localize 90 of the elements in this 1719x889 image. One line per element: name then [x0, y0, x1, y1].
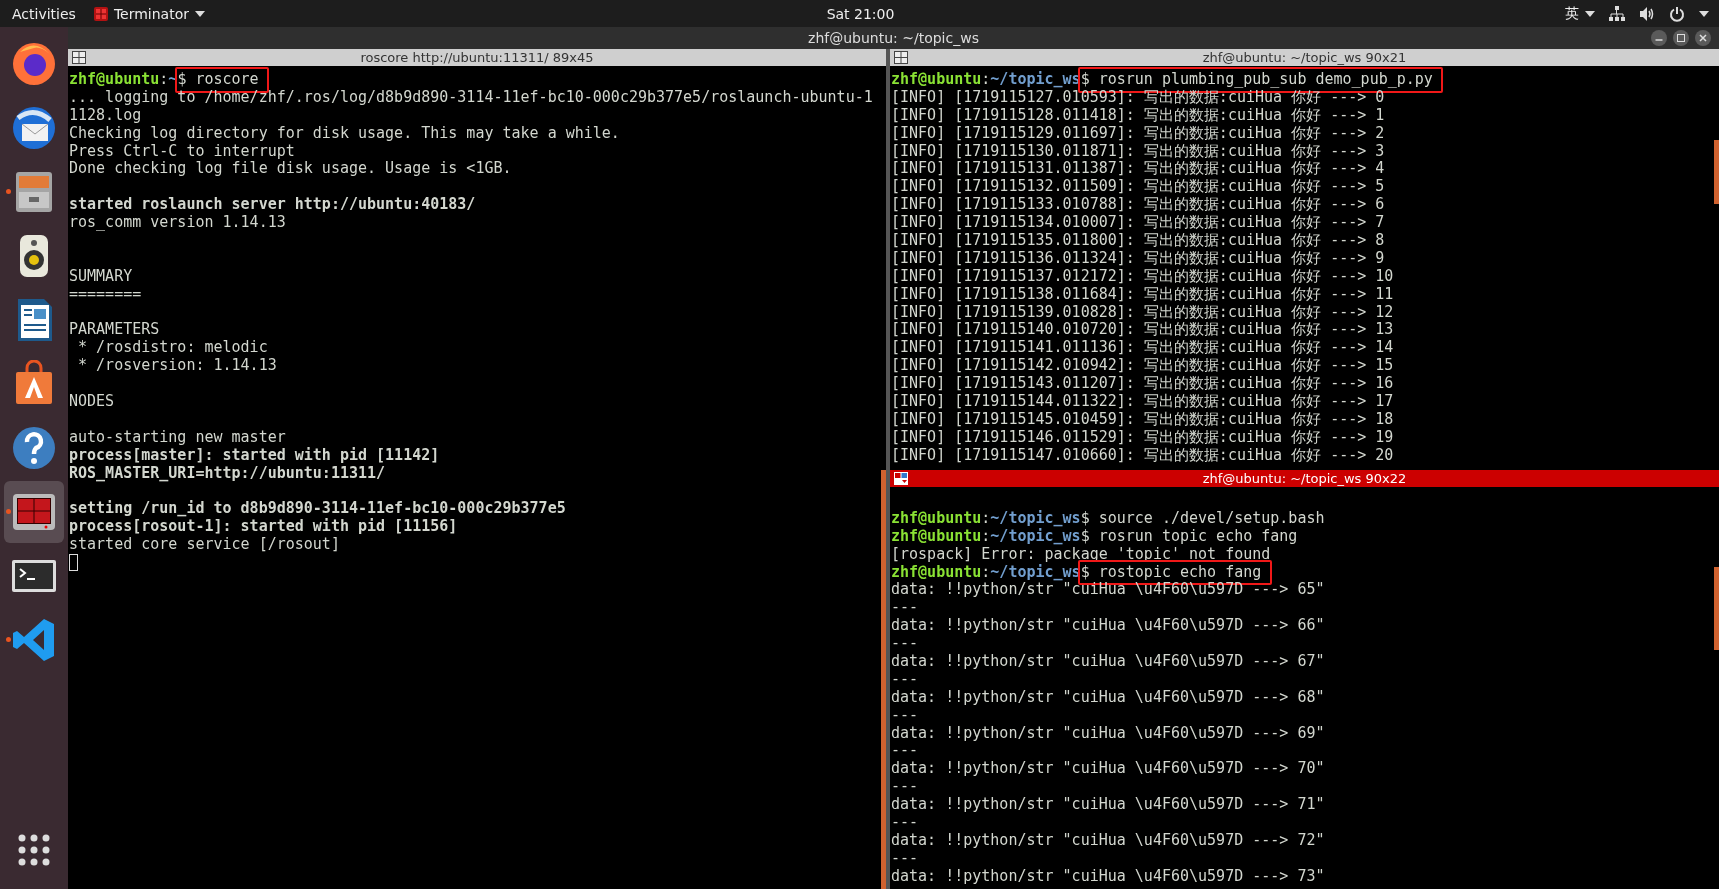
pane-title: roscore http://ubuntu:11311/ 89x45 — [359, 50, 595, 65]
terminal-line: [INFO] [1719115139.010828]: 写出的数据:cuiHua 你好 ---> 12 — [891, 302, 1394, 321]
terminal-line: zhf@ubuntu:~/topic_ws$ rosrun plumbing_pub_sub demo_pub_p.py — [891, 70, 1433, 88]
close-icon[interactable] — [1695, 30, 1711, 46]
caret-icon — [1699, 10, 1709, 17]
terminal-line: --- — [891, 669, 919, 688]
terminal-line: --- — [891, 848, 919, 867]
app-menu-label: Terminator — [113, 5, 189, 22]
terminal-line: [INFO] [1719115141.011136]: 写出的数据:cuiHua 你好 ---> 14 — [891, 338, 1394, 357]
scrollbar-thumb — [1714, 140, 1719, 204]
terminal-line: data: !!python/str "cuiHua \u4F60\u597D ---> 73" — [891, 866, 1325, 885]
terminal-line: [INFO] [1719115133.010788]: 写出的数据:cuiHua 你好 ---> 6 — [891, 195, 1385, 214]
pane-title: zhf@ubuntu: ~/topic_ws 90x21 — [1201, 50, 1408, 65]
terminal-line: Press Ctrl-C to interrupt — [69, 141, 295, 160]
terminal-line: NODES — [69, 392, 115, 411]
terminal-line: --- — [891, 777, 919, 796]
terminal-line: ros_comm version 1.14.13 — [69, 213, 286, 232]
terminal-line: [INFO] [1719115134.010007]: 写出的数据:cuiHua 你好 ---> 7 — [891, 213, 1385, 232]
terminal-line: * /rosversion: 1.14.13 — [77, 356, 277, 375]
terminal-line: [INFO] [1719115143.011207]: 写出的数据:cuiHua 你好 ---> 16 — [891, 374, 1394, 393]
input-method-menu[interactable]: 英 — [1565, 4, 1595, 23]
terminal-line: [INFO] [1719115145.010459]: 写出的数据:cuiHua 你好 ---> 18 — [891, 409, 1394, 428]
activities-button[interactable]: Activities — [12, 5, 76, 22]
terminal-line: started roslaunch server http://ubuntu:40183/ — [69, 195, 476, 214]
terminal-line: zhf@ubuntu:~/topic_ws$ source ./devel/setup.bash — [891, 508, 1325, 527]
terminal-line: started core service [/rosout] — [69, 535, 340, 554]
terminal-line: [INFO] [1719115127.010593]: 写出的数据:cuiHua 你好 ---> 0 — [891, 87, 1385, 106]
terminal-line: process[rosout-1]: started with pid [11156] — [69, 517, 458, 536]
terminal-line: data: !!python/str "cuiHua \u4F60\u597D ---> 65" — [891, 580, 1325, 599]
system-menu[interactable] — [1609, 5, 1709, 22]
mail-icon — [10, 104, 58, 152]
minimize-icon[interactable] — [1651, 30, 1667, 46]
terminal-line: data: !!python/str "cuiHua \u4F60\u597D ---> 71" — [891, 795, 1325, 814]
terminal-line: data: !!python/str "cuiHua \u4F60\u597D ---> 66" — [891, 616, 1325, 635]
terminal-grid-icon — [93, 6, 108, 21]
terminal-line: zhf@ubuntu:~/topic_ws$ rostopic echo fang — [891, 562, 1262, 581]
terminal-line: [INFO] [1719115130.011871]: 写出的数据:cuiHua 你好 ---> 3 — [891, 141, 1385, 160]
terminal-line: [INFO] [1719115147.010660]: 写出的数据:cuiHua 你好 ---> 20 — [891, 445, 1394, 464]
terminal-line: ... logging to /home/zhf/.ros/log/d8b9d890-3114-11ef-bc10-000c29b377e5/roslaunch-ubuntu-1 — [69, 87, 873, 106]
terminal-line: --- — [891, 741, 919, 760]
terminal-line: [INFO] [1719115136.011324]: 写出的数据:cuiHua 你好 ---> 9 — [891, 248, 1385, 267]
input-method-label: 英 — [1565, 4, 1579, 23]
help-icon — [10, 424, 58, 472]
terminal-line: [INFO] [1719115146.011529]: 写出的数据:cuiHua 你好 ---> 19 — [891, 427, 1394, 446]
terminal-line: [INFO] [1719115132.011509]: 写出的数据:cuiHua 你好 ---> 5 — [891, 177, 1385, 196]
terminal-line: zhf@ubuntu:~/topic_ws$ rosrun topic echo fang — [891, 526, 1298, 545]
window-title: zhf@ubuntu: ~/topic_ws — [807, 30, 980, 46]
terminal-line: auto-starting new master — [69, 427, 286, 446]
terminal-line: 1128.log — [69, 105, 142, 124]
network-icon — [1609, 5, 1625, 22]
power-icon — [1669, 5, 1685, 22]
terminal-line: --- — [891, 598, 919, 617]
terminal-line: [INFO] [1719115144.011322]: 写出的数据:cuiHua 你好 ---> 17 — [891, 392, 1394, 411]
terminal-line: [INFO] [1719115135.011800]: 写出的数据:cuiHua 你好 ---> 8 — [891, 231, 1385, 249]
terminal-line: [INFO] [1719115129.011697]: 写出的数据:cuiHua 你好 ---> 2 — [891, 123, 1385, 142]
terminal-line: PARAMETERS — [69, 320, 160, 339]
terminal-line: SUMMARY — [69, 266, 133, 285]
terminal-line: process[master]: started with pid [11142] — [69, 445, 440, 464]
terminal-line: setting /run_id to d8b9d890-3114-11ef-bc10-000c29b377e5 — [69, 499, 566, 518]
terminal-line: data: !!python/str "cuiHua \u4F60\u597D ---> 68" — [891, 687, 1325, 706]
terminal-line: Done checking log file disk usage. Usage is <1GB. — [69, 159, 512, 178]
terminal-line: data: !!python/str "cuiHua \u4F60\u597D ---> 70" — [891, 759, 1325, 778]
terminal-line: [INFO] [1719115138.011684]: 写出的数据:cuiHua 你好 ---> 11 — [891, 284, 1394, 303]
terminal-line: --- — [891, 634, 919, 653]
terminal-line: --- — [891, 813, 919, 832]
app-menu[interactable]: Terminator — [93, 5, 205, 22]
terminal-line: [rospack] Error: package 'topic' not found — [891, 544, 1271, 563]
terminal-line: [INFO] [1719115142.010942]: 写出的数据:cuiHua 你好 ---> 15 — [891, 356, 1394, 375]
pane-icon — [72, 51, 86, 64]
browser-icon — [10, 40, 58, 88]
terminal-line: --- — [891, 705, 919, 724]
terminal-line: Checking log directory for disk usage. This may take a while. — [69, 123, 620, 142]
terminal-line: [INFO] [1719115137.012172]: 写出的数据:cuiHua 你好 ---> 10 — [891, 266, 1394, 285]
terminal-line: ROS_MASTER_URI=http://ubuntu:11311/ — [69, 463, 386, 482]
terminal-line: data: !!python/str "cuiHua \u4F60\u597D ---> 67" — [891, 652, 1325, 670]
dock-item[interactable] — [4, 481, 64, 543]
terminal-line: ======== — [69, 284, 142, 303]
volume-icon — [1639, 5, 1655, 22]
terminal-line: * /rosdistro: melodic — [77, 338, 268, 357]
pane-title: zhf@ubuntu: ~/topic_ws 90x22 — [1201, 471, 1408, 486]
clock[interactable]: Sat 21:00 — [826, 5, 895, 22]
maximize-icon[interactable] — [1673, 30, 1689, 46]
terminal-line: data: !!python/str "cuiHua \u4F60\u597D ---> 72" — [891, 830, 1325, 849]
terminal-line: [INFO] [1719115140.010720]: 写出的数据:cuiHua 你好 ---> 13 — [891, 320, 1394, 339]
caret-icon — [194, 10, 205, 17]
pane-icon — [894, 51, 908, 64]
terminal-line: [INFO] [1719115131.011387]: 写出的数据:cuiHua 你好 ---> 4 — [891, 159, 1385, 178]
terminal-line: [INFO] [1719115128.011418]: 写出的数据:cuiHua 你好 ---> 1 — [891, 105, 1385, 124]
caret-icon — [1585, 10, 1595, 17]
terminal-line: data: !!python/str "cuiHua \u4F60\u597D ---> 69" — [891, 723, 1325, 742]
